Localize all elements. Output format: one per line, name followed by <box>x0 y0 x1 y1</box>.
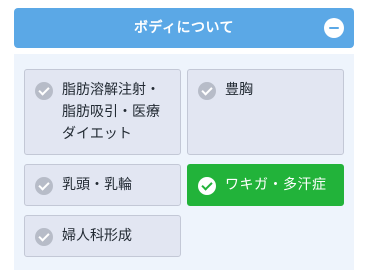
accordion-title: ボディについて <box>133 20 235 36</box>
option-breast-augmentation[interactable]: 豊胸 <box>187 69 344 155</box>
check-circle-icon <box>35 82 53 100</box>
check-circle-icon <box>198 82 216 100</box>
option-liposuction[interactable]: 脂肪溶解注射・ 脂肪吸引・医療 ダイエット <box>24 69 181 155</box>
body-category-panel: ボディについて 脂肪溶解注射・ 脂肪吸引・医療 ダイエット 豊胸 乳頭・乳輪 ワ… <box>14 8 354 270</box>
option-label: ワキガ・多汗症 <box>225 177 327 193</box>
option-nipple-areola[interactable]: 乳頭・乳輪 <box>24 164 181 206</box>
option-label: 脂肪溶解注射・ 脂肪吸引・医療 ダイエット <box>62 82 160 142</box>
check-circle-icon <box>35 228 53 246</box>
option-gynecologic-plastic[interactable]: 婦人科形成 <box>24 215 181 257</box>
option-label: 乳頭・乳輪 <box>62 177 132 193</box>
option-hyperhidrosis[interactable]: ワキガ・多汗症 <box>187 164 344 206</box>
minus-circle-icon[interactable] <box>324 18 344 38</box>
check-circle-icon <box>35 177 53 195</box>
accordion-header[interactable]: ボディについて <box>14 8 354 48</box>
accordion-body: 脂肪溶解注射・ 脂肪吸引・医療 ダイエット 豊胸 乳頭・乳輪 ワキガ・多汗症 婦… <box>14 54 354 270</box>
option-label: 豊胸 <box>225 82 253 98</box>
check-circle-icon <box>198 177 216 195</box>
option-label: 婦人科形成 <box>62 228 132 244</box>
